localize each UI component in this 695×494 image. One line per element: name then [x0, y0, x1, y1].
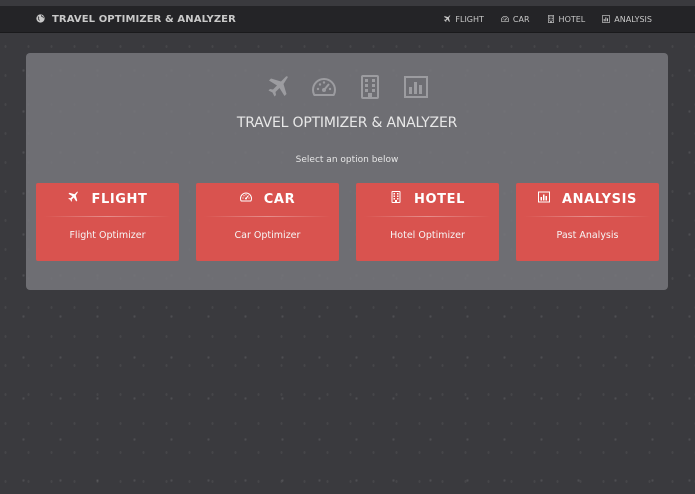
plane-icon	[443, 15, 451, 25]
nav-link-analysis[interactable]: ANALYSIS	[602, 15, 652, 25]
card-hotel[interactable]: HOTEL Hotel Optimizer	[356, 183, 499, 261]
bar-chart-icon	[404, 75, 428, 99]
card-header: ANALYSIS	[516, 183, 659, 215]
brand-title: TRAVEL OPTIMIZER & ANALYZER	[52, 14, 236, 25]
nav-link-label: HOTEL	[558, 15, 586, 24]
nav-link-label: ANALYSIS	[614, 15, 652, 24]
option-cards: FLIGHT Flight Optimizer CAR Car Optimize…	[36, 183, 659, 261]
dashboard-icon	[240, 191, 252, 207]
card-subtitle: Car Optimizer	[234, 230, 301, 241]
dashboard-icon	[312, 75, 336, 99]
page-title: TRAVEL OPTIMIZER & ANALYZER	[236, 115, 458, 131]
nav-link-label: CAR	[512, 15, 530, 24]
card-title: HOTEL	[414, 191, 465, 207]
nav-link-hotel[interactable]: HOTEL	[547, 15, 586, 25]
card-divider	[364, 216, 491, 217]
card-car[interactable]: CAR Car Optimizer	[196, 183, 339, 261]
main-panel: TRAVEL OPTIMIZER & ANALYZER Select an op…	[26, 53, 668, 290]
card-header: CAR	[196, 183, 339, 215]
nav-links: FLIGHT CAR HOTEL ANALYSIS	[443, 6, 652, 33]
building-icon	[547, 15, 555, 25]
card-flight[interactable]: FLIGHT Flight Optimizer	[36, 183, 179, 261]
card-header: FLIGHT	[36, 183, 179, 215]
nav-link-flight[interactable]: FLIGHT	[443, 15, 484, 25]
bar-chart-icon	[538, 191, 550, 207]
card-analysis[interactable]: ANALYSIS Past Analysis	[516, 183, 659, 261]
card-divider	[204, 216, 331, 217]
plane-icon	[67, 191, 79, 207]
card-divider	[524, 216, 651, 217]
building-icon	[390, 191, 402, 207]
card-title: CAR	[263, 191, 296, 207]
hero-icons	[26, 75, 668, 99]
nav-link-car[interactable]: CAR	[501, 15, 530, 25]
card-divider	[44, 216, 171, 217]
brand-link[interactable]: TRAVEL OPTIMIZER & ANALYZER	[36, 6, 236, 33]
card-subtitle: Flight Optimizer	[69, 230, 146, 241]
card-title: ANALYSIS	[561, 191, 638, 207]
globe-icon	[36, 14, 45, 26]
bar-chart-icon	[602, 15, 610, 25]
nav-link-label: FLIGHT	[455, 15, 484, 24]
plane-icon	[266, 75, 290, 99]
top-navbar: TRAVEL OPTIMIZER & ANALYZER FLIGHT CAR H…	[0, 6, 695, 33]
card-header: HOTEL	[356, 183, 499, 215]
page-subtitle: Select an option below	[295, 155, 399, 165]
building-icon	[358, 75, 382, 99]
dashboard-icon	[501, 15, 509, 25]
card-title: FLIGHT	[91, 191, 148, 207]
card-subtitle: Past Analysis	[556, 230, 619, 241]
card-subtitle: Hotel Optimizer	[390, 230, 465, 241]
